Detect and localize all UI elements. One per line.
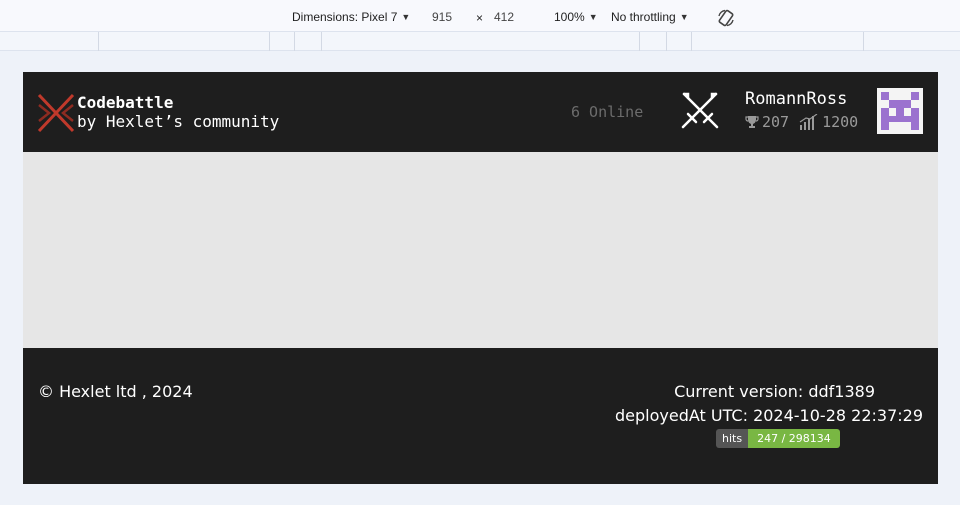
hits-label: hits <box>716 429 749 448</box>
chevron-down-icon: ▼ <box>401 12 411 22</box>
rating-chart-icon <box>799 114 818 130</box>
logo-subtitle: by Hexlet’s community <box>77 112 280 131</box>
dimensions-label: Dimensions: Pixel 7 <box>292 10 398 24</box>
user-info[interactable]: RomannRoss 207 1200 <box>745 89 858 131</box>
username[interactable]: RomannRoss <box>745 89 858 110</box>
zoom-dropdown[interactable]: 100% ▼ <box>554 10 598 24</box>
trophy-icon <box>745 116 759 128</box>
times-symbol: × <box>476 11 484 25</box>
height-input[interactable]: 412 <box>494 10 514 24</box>
throttling-label: No throttling <box>611 10 676 24</box>
device-viewport: Codebattle by Hexlet’s community 6 Onlin… <box>23 72 938 484</box>
current-version[interactable]: Current version: ddf1389 <box>674 382 875 401</box>
site-header: Codebattle by Hexlet’s community 6 Onlin… <box>23 72 938 152</box>
trophy-count: 207 <box>762 113 790 131</box>
devtools-device-toolbar: Dimensions: Pixel 7 ▼ 915 × 412 100% ▼ No … <box>0 0 960 32</box>
user-stats: 207 1200 <box>745 113 858 131</box>
main-content-area <box>23 152 938 348</box>
chevron-down-icon: ▼ <box>679 12 689 22</box>
codebattle-logo-icon[interactable] <box>37 93 75 133</box>
rotate-icon[interactable] <box>716 8 736 28</box>
hits-badge[interactable]: hits 247 / 298134 <box>716 429 840 448</box>
logo-title: Codebattle <box>77 93 174 112</box>
hits-value: 247 / 298134 <box>748 429 840 448</box>
deployed-at: deployedAt UTC: 2024-10-28 22:37:29 <box>614 406 923 425</box>
chevron-down-icon: ▼ <box>588 12 598 22</box>
avatar[interactable] <box>877 88 923 134</box>
logo-text[interactable]: Codebattle by Hexlet’s community <box>77 93 279 131</box>
width-input[interactable]: 915 <box>432 10 452 24</box>
rating-value: 1200 <box>822 113 859 131</box>
zoom-label: 100% <box>554 10 585 24</box>
media-query-ruler <box>0 32 960 51</box>
dimensions-dropdown[interactable]: Dimensions: Pixel 7 ▼ <box>292 10 410 24</box>
throttling-dropdown[interactable]: No throttling ▼ <box>611 10 689 24</box>
copyright-text: © Hexlet ltd , 2024 <box>38 382 193 401</box>
online-count[interactable]: 6 Online <box>571 103 643 121</box>
site-footer: © Hexlet ltd , 2024 Current version: ddf… <box>23 348 938 484</box>
crossed-swords-icon[interactable] <box>678 90 722 134</box>
